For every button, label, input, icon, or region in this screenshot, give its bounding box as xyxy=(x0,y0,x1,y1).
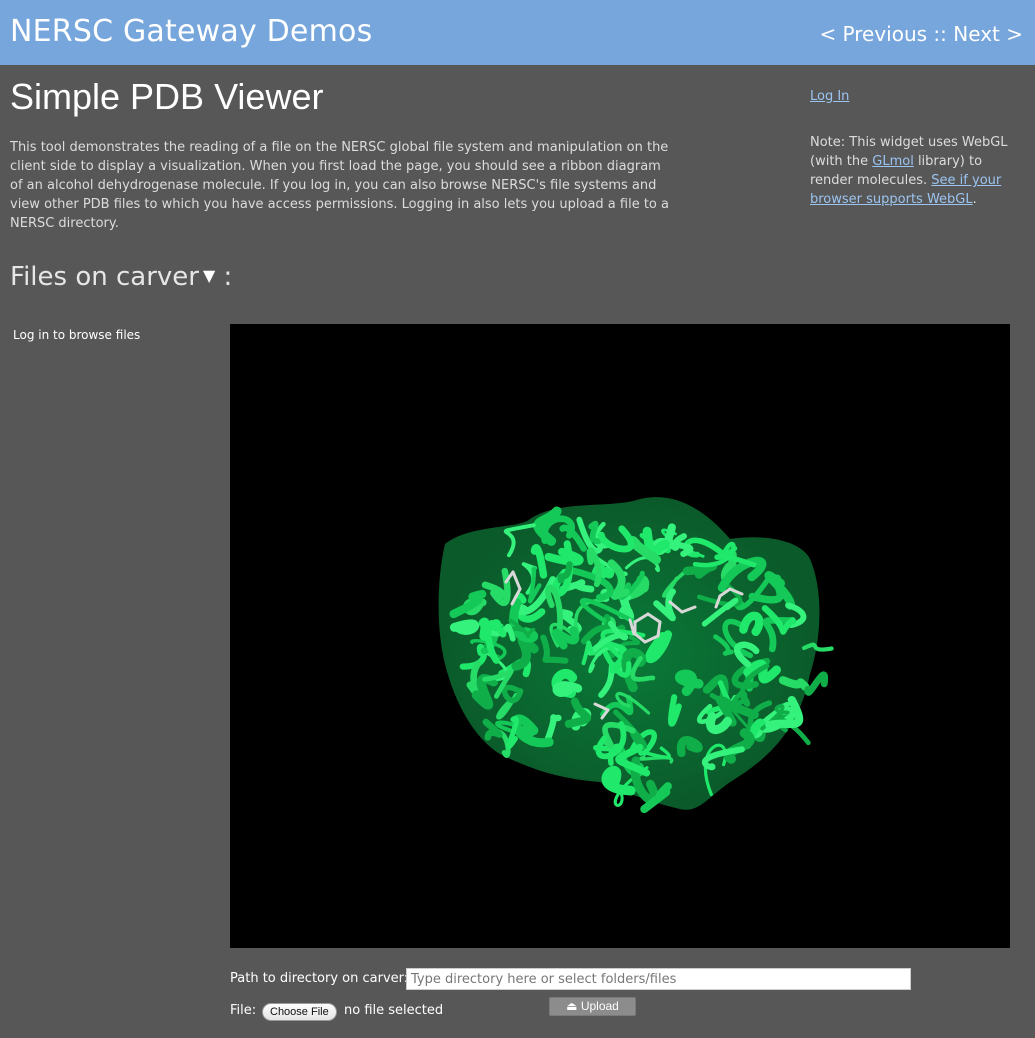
choose-file-button[interactable]: Choose File xyxy=(262,1003,337,1021)
description-text: This tool demonstrates the reading of a … xyxy=(10,140,669,231)
glmol-link[interactable]: GLmol xyxy=(872,154,914,169)
path-input[interactable] xyxy=(406,968,911,990)
files-heading: Files on carver ▼ : xyxy=(10,262,232,292)
upload-button[interactable]: ⏏ Upload xyxy=(549,997,636,1016)
files-heading-colon: : xyxy=(215,262,233,292)
files-heading-label: Files on carver xyxy=(10,262,199,292)
pager-separator: :: xyxy=(927,22,954,46)
pager-nav: < Previous :: Next > xyxy=(819,22,1023,46)
ribbon-strand xyxy=(804,671,829,696)
ribbon-strand xyxy=(449,619,480,635)
next-link[interactable]: Next > xyxy=(953,22,1023,46)
ribbon-strand xyxy=(552,681,583,697)
ligand-bond xyxy=(656,620,662,638)
site-title: NERSC Gateway Demos xyxy=(10,14,373,49)
no-file-status: no file selected xyxy=(344,1003,444,1018)
file-label: File: xyxy=(230,1003,257,1018)
caret-down-icon[interactable]: ▼ xyxy=(203,266,215,285)
login-link[interactable]: Log In xyxy=(810,89,849,104)
path-label: Path to directory on carver: xyxy=(230,971,409,986)
browse-files-message: Log in to browse files xyxy=(13,328,141,342)
ribbon-strand xyxy=(778,676,810,691)
previous-link[interactable]: < Previous xyxy=(819,22,927,46)
webgl-note: Note: This widget uses WebGL (with the G… xyxy=(810,133,1020,209)
molecule-viewer[interactable] xyxy=(230,324,1010,948)
note-suffix: . xyxy=(972,192,977,207)
header-bar: NERSC Gateway Demos < Previous :: Next > xyxy=(0,0,1035,65)
molecule-ribbon-render xyxy=(438,497,834,814)
page-title: Simple PDB Viewer xyxy=(10,76,324,117)
